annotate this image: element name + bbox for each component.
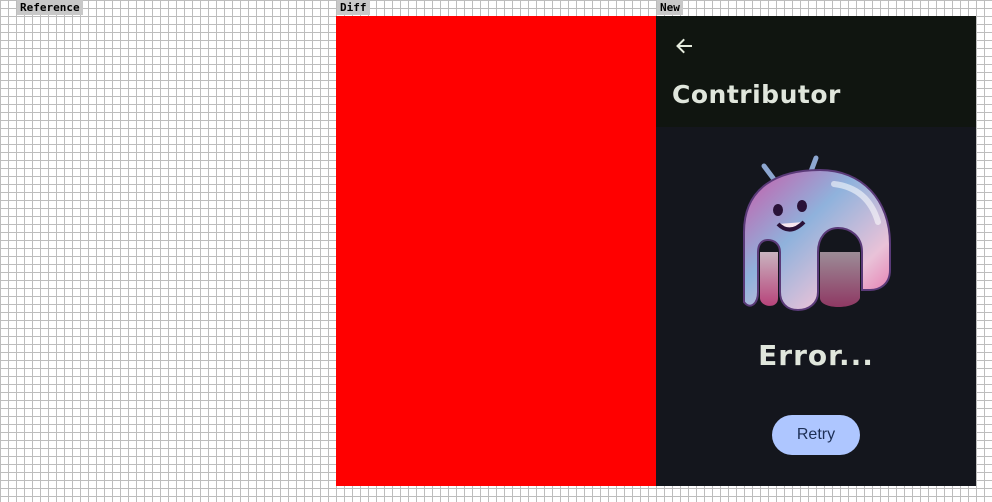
android-mascot-illustration bbox=[738, 152, 894, 312]
error-message: Error... bbox=[758, 339, 874, 372]
page-title: Contributor bbox=[672, 80, 841, 109]
retry-button[interactable]: Retry bbox=[772, 415, 860, 455]
app-bar: Contributor bbox=[656, 16, 976, 127]
diff-label: Diff bbox=[337, 0, 370, 15]
diff-panel bbox=[336, 16, 656, 486]
reference-label: Reference bbox=[17, 0, 83, 15]
back-button[interactable] bbox=[668, 32, 700, 64]
new-screenshot-panel: Contributor Error... Retry bbox=[656, 16, 976, 486]
arrow-back-icon bbox=[674, 36, 694, 60]
new-label: New bbox=[657, 0, 683, 15]
